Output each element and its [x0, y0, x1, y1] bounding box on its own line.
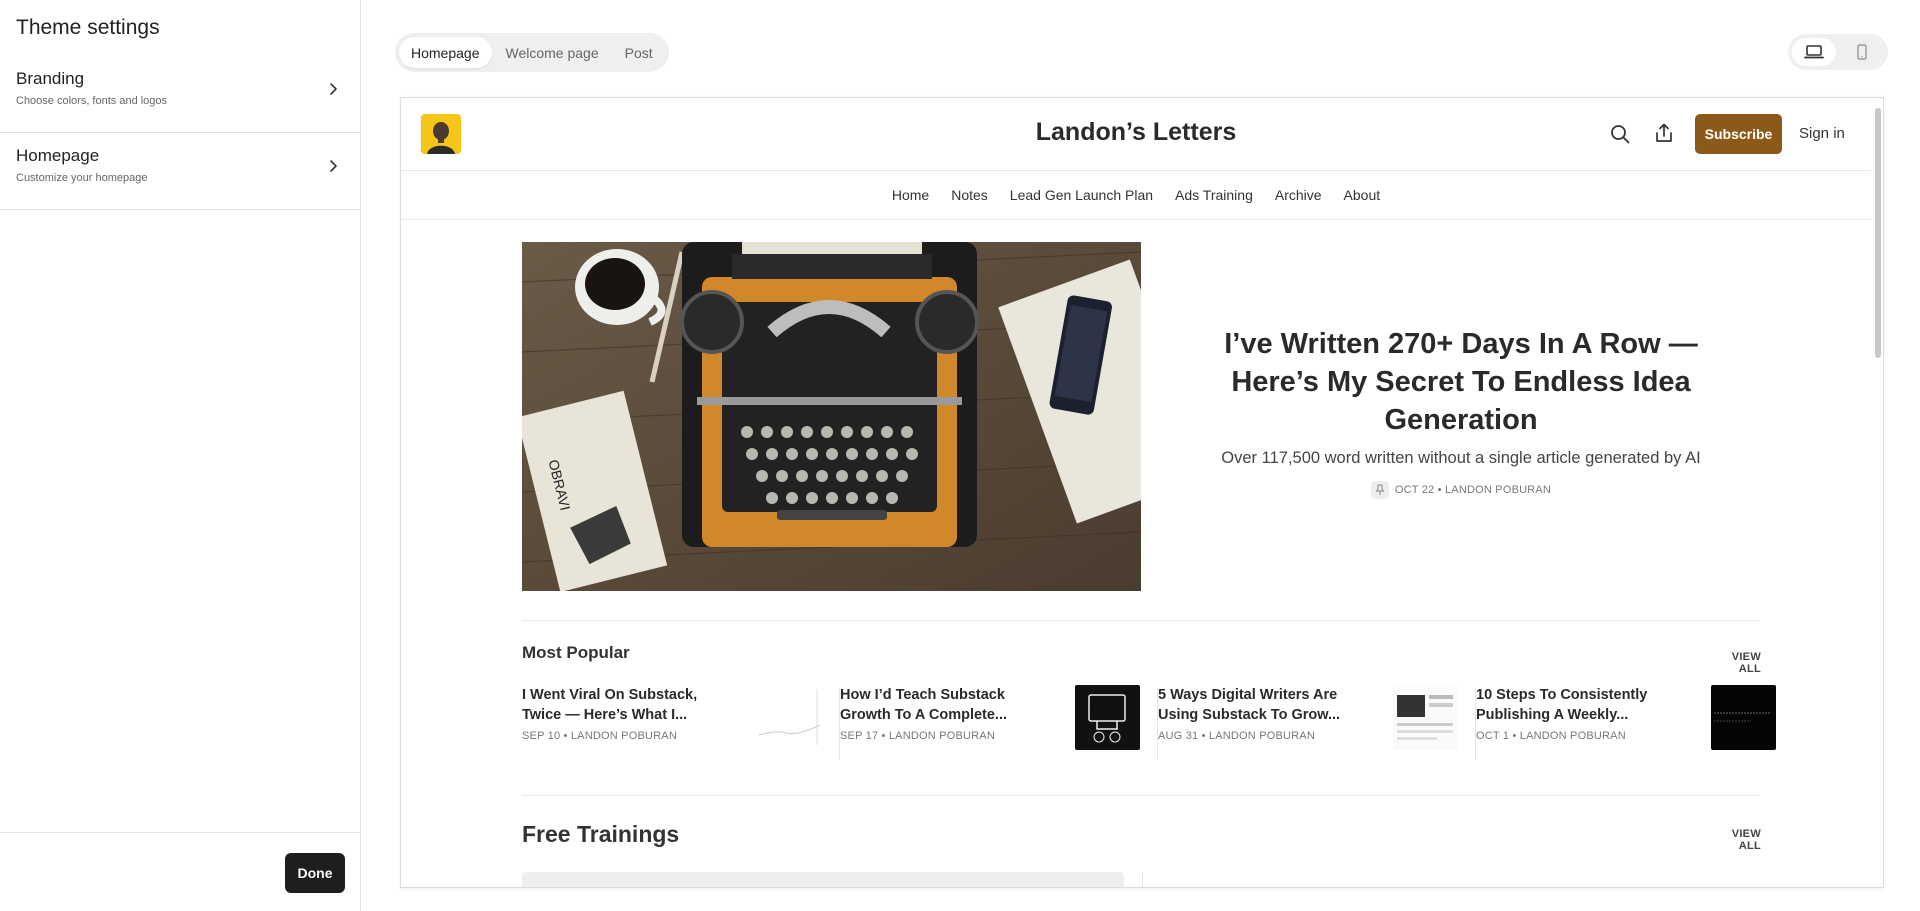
featured-post-date-author: OCT 22 • LANDON POBURAN — [1394, 484, 1552, 496]
chevron-right-icon — [330, 160, 337, 172]
share-icon[interactable] — [1653, 122, 1675, 144]
nav-home[interactable]: Home — [892, 187, 929, 203]
popular-post-4[interactable]: 10 Steps To Consistently Publishing A We… — [1476, 685, 1776, 757]
branding-settings-item[interactable]: Branding Choose colors, fonts and logos — [0, 56, 360, 133]
subscribe-button[interactable]: Subscribe — [1695, 114, 1782, 154]
post-meta: OCT 1 • LANDON POBURAN — [1476, 730, 1626, 742]
site-header: Landon’s Letters Subscribe Sign in — [401, 98, 1871, 171]
post-meta: AUG 31 • LANDON POBURAN — [1158, 730, 1315, 742]
sign-in-link[interactable]: Sign in — [1799, 125, 1845, 142]
post-thumbnail — [1393, 685, 1458, 750]
popular-post-1[interactable]: I Went Viral On Substack, Twice — Here’s… — [522, 685, 822, 757]
post-meta: SEP 17 • LANDON POBURAN — [840, 730, 995, 742]
featured-post-meta: OCT 22 • LANDON POBURAN — [1181, 481, 1741, 499]
preview-page-tabs: Homepage Welcome page Post — [395, 33, 669, 72]
pin-icon — [1370, 481, 1389, 499]
typewriter-photo: OBRAVI — [522, 242, 1141, 591]
most-popular-view-all[interactable]: VIEW ALL — [1711, 651, 1761, 675]
desktop-view-button[interactable] — [1792, 38, 1836, 66]
post-thumbnail — [1711, 685, 1776, 750]
post-thumbnail — [757, 685, 822, 750]
nav-archive[interactable]: Archive — [1275, 187, 1322, 203]
popular-post-2[interactable]: How I’d Teach Substack Growth To A Compl… — [840, 685, 1140, 757]
done-button[interactable]: Done — [285, 853, 345, 893]
theme-settings-panel: Theme settings Branding Choose colors, f… — [0, 0, 361, 911]
site-preview-frame: Landon’s Letters Subscribe Sign in Home … — [400, 97, 1884, 888]
nav-ads-training[interactable]: Ads Training — [1175, 187, 1253, 203]
post-title: I Went Viral On Substack, Twice — Here’s… — [522, 687, 698, 723]
homepage-description: Customize your homepage — [16, 172, 148, 184]
tab-post[interactable]: Post — [613, 37, 665, 68]
free-trainings-view-all[interactable]: VIEW ALL — [1711, 828, 1761, 852]
post-thumbnail — [1075, 685, 1140, 750]
nav-about[interactable]: About — [1344, 187, 1381, 203]
tab-welcome-page[interactable]: Welcome page — [494, 37, 611, 68]
nav-notes[interactable]: Notes — [951, 187, 988, 203]
branding-description: Choose colors, fonts and logos — [16, 95, 168, 107]
featured-post-title[interactable]: I’ve Written 270+ Days In A Row — Here’s… — [1181, 325, 1741, 439]
post-title: 10 Steps To Consistently Publishing A We… — [1476, 687, 1648, 723]
mobile-icon — [1857, 44, 1867, 60]
branding-label: Branding — [16, 69, 85, 88]
publication-title[interactable]: Landon’s Letters — [401, 118, 1871, 147]
preview-scrollbar[interactable] — [1875, 108, 1881, 358]
panel-title: Theme settings — [16, 16, 160, 39]
homepage-settings-item[interactable]: Homepage Customize your homepage — [0, 133, 360, 210]
post-title: How I’d Teach Substack Growth To A Compl… — [840, 687, 1008, 723]
homepage-label: Homepage — [16, 146, 100, 165]
laptop-icon — [1804, 45, 1824, 59]
section-divider — [522, 795, 1760, 796]
popular-post-3[interactable]: 5 Ways Digital Writers Are Using Substac… — [1158, 685, 1458, 757]
post-title: 5 Ways Digital Writers Are Using Substac… — [1158, 687, 1341, 723]
free-trainings-heading: Free Trainings — [522, 821, 680, 847]
site-nav: Home Notes Lead Gen Launch Plan Ads Trai… — [401, 171, 1871, 220]
device-toggle — [1788, 34, 1888, 70]
most-popular-heading: Most Popular — [522, 643, 630, 662]
chevron-right-icon — [330, 83, 337, 95]
nav-lead-gen-launch-plan[interactable]: Lead Gen Launch Plan — [1010, 187, 1153, 203]
column-separator — [1142, 872, 1143, 887]
mobile-view-button[interactable] — [1840, 38, 1884, 66]
section-divider — [522, 620, 1760, 621]
post-meta: SEP 10 • LANDON POBURAN — [522, 730, 677, 742]
search-icon[interactable] — [1609, 123, 1631, 145]
panel-footer: Done — [0, 832, 360, 911]
featured-post-subtitle: Over 117,500 word written without a sing… — [1221, 449, 1701, 467]
hero-image[interactable]: OBRAVI — [522, 242, 1141, 591]
training-card[interactable] — [522, 872, 1124, 887]
tab-homepage[interactable]: Homepage — [399, 37, 492, 68]
